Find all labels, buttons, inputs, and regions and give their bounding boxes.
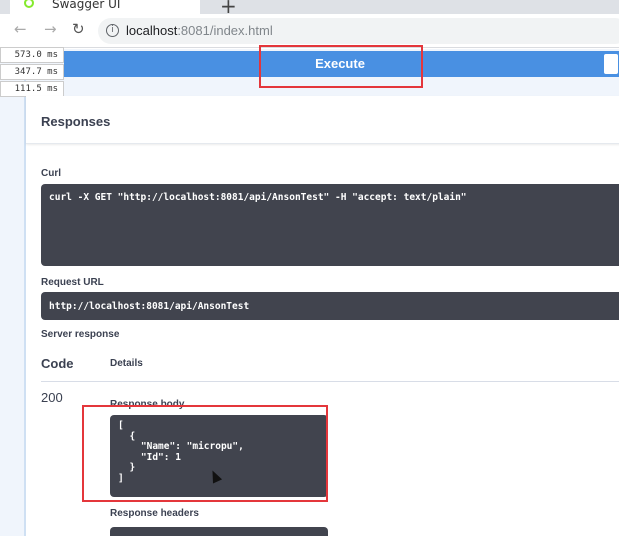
swagger-favicon-icon bbox=[24, 0, 34, 8]
timing-badge: 573.0 ms bbox=[0, 47, 64, 63]
back-icon[interactable]: ← bbox=[14, 20, 27, 38]
status-code: 200 bbox=[41, 390, 63, 405]
response-headers[interactable] bbox=[110, 527, 328, 536]
forward-icon[interactable]: → bbox=[44, 20, 57, 38]
clear-button[interactable] bbox=[604, 54, 618, 74]
request-url[interactable]: http://localhost:8081/api/AnsonTest bbox=[41, 292, 619, 320]
address-bar[interactable]: i localhost:8081/index.html bbox=[98, 18, 619, 44]
server-response-label: Server response bbox=[41, 329, 120, 340]
info-icon[interactable]: i bbox=[106, 24, 119, 37]
timing-badge: 347.7 ms bbox=[0, 64, 64, 80]
response-body-highlight-box bbox=[82, 405, 328, 502]
responses-header: Responses bbox=[26, 96, 619, 144]
url-text[interactable]: localhost:8081/index.html bbox=[126, 23, 273, 38]
browser-tab-bar: Swagger UI + bbox=[0, 0, 619, 18]
tab-title: Swagger UI bbox=[52, 0, 121, 11]
curl-label: Curl bbox=[41, 168, 61, 179]
table-divider bbox=[41, 381, 619, 382]
browser-tab[interactable]: Swagger UI bbox=[10, 0, 200, 14]
responses-title: Responses bbox=[41, 114, 111, 129]
curl-command[interactable]: curl -X GET "http://localhost:8081/api/A… bbox=[41, 184, 619, 266]
timing-badge: 111.5 ms bbox=[0, 81, 64, 97]
reload-icon[interactable]: ↻ bbox=[72, 20, 85, 38]
code-column-header: Code bbox=[41, 356, 74, 371]
browser-toolbar: ← → ↻ i localhost:8081/index.html bbox=[0, 14, 619, 48]
details-column-header: Details bbox=[110, 358, 143, 369]
response-headers-label: Response headers bbox=[110, 508, 199, 519]
request-url-label: Request URL bbox=[41, 277, 104, 288]
execute-highlight-box bbox=[259, 45, 423, 88]
swagger-page: Execute 573.0 ms 347.7 ms 111.5 ms Respo… bbox=[0, 45, 619, 536]
